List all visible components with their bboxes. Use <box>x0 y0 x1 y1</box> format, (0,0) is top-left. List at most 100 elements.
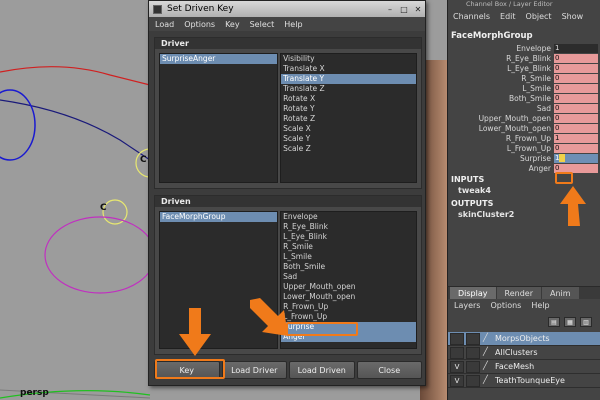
attribute-value-field[interactable]: 0 <box>554 143 598 153</box>
menu-show[interactable]: Show <box>562 12 584 21</box>
layer-options-icon[interactable]: ▥ <box>580 317 592 327</box>
list-item[interactable]: Envelope <box>281 212 416 222</box>
list-item[interactable]: Sad <box>281 272 416 282</box>
attribute-value-field[interactable]: 0 <box>554 53 598 63</box>
list-item[interactable]: Scale Z <box>281 144 416 154</box>
set-driven-key-window[interactable]: Set Driven Key – □ ✕ Load Options Key Se… <box>148 0 426 386</box>
menu-channels[interactable]: Channels <box>453 12 490 21</box>
attribute-row[interactable]: Envelope 1 <box>448 43 600 53</box>
attribute-value-field[interactable]: 0 <box>554 83 598 93</box>
close-button[interactable]: Close <box>356 361 422 379</box>
layer-row[interactable]: V ╱ FaceMesh <box>448 360 600 374</box>
list-item[interactable]: L_Frown_Up <box>281 312 416 322</box>
list-item[interactable]: Lower_Mouth_open <box>281 292 416 302</box>
load-driven-button[interactable]: Load Driven <box>289 361 355 379</box>
list-item[interactable]: Translate Y <box>281 74 416 84</box>
layer-display-type-toggle[interactable] <box>466 360 480 373</box>
attribute-value-field[interactable]: 0 <box>554 113 598 123</box>
driven-attribute-list[interactable]: Envelope R_Eye_Blink L_Eye_Blink R_Smile L_S… <box>280 211 417 349</box>
attribute-row[interactable]: Anger 0 <box>448 163 600 173</box>
driven-object-list[interactable]: FaceMorphGroup <box>159 211 279 349</box>
list-item[interactable]: Surprise <box>281 322 416 332</box>
attribute-value-field[interactable]: 0 <box>554 163 598 173</box>
driver-object-list[interactable]: SurpriseAnger <box>159 53 279 183</box>
attribute-row[interactable]: Lower_Mouth_open 0 <box>448 123 600 133</box>
attribute-value-field[interactable]: 0 <box>554 63 598 73</box>
menu-edit[interactable]: Edit <box>500 12 516 21</box>
output-node[interactable]: skinCluster2 <box>448 210 600 221</box>
attribute-row[interactable]: R_Smile 0 <box>448 73 600 83</box>
layer-display-type-toggle[interactable] <box>466 346 480 359</box>
list-item[interactable]: Visibility <box>281 54 416 64</box>
load-driver-button[interactable]: Load Driver <box>221 361 287 379</box>
layer-visibility-toggle[interactable] <box>450 346 464 359</box>
list-item[interactable]: FaceMorphGroup <box>160 212 278 222</box>
layer-display-type-toggle[interactable] <box>466 374 480 387</box>
attribute-row[interactable]: R_Frown_Up 1 <box>448 133 600 143</box>
close-icon[interactable]: ✕ <box>411 3 425 15</box>
list-item[interactable]: Rotate X <box>281 94 416 104</box>
list-item[interactable]: L_Smile <box>281 252 416 262</box>
layer-display-type-toggle[interactable] <box>466 332 480 345</box>
layer-row[interactable]: ╱ AllClusters <box>448 346 600 360</box>
list-item[interactable]: Scale Y <box>281 134 416 144</box>
attribute-value-field[interactable]: 0 <box>554 73 598 83</box>
list-item[interactable]: Rotate Z <box>281 114 416 124</box>
tab-display[interactable]: Display <box>450 287 496 299</box>
list-item[interactable]: Translate Z <box>281 84 416 94</box>
layer-color-icon[interactable]: ╱ <box>483 333 493 345</box>
window-titlebar[interactable]: Set Driven Key – □ ✕ <box>149 1 425 17</box>
attribute-row[interactable]: L_Eye_Blink 0 <box>448 63 600 73</box>
menu-select[interactable]: Select <box>250 20 275 29</box>
layer-row[interactable]: V ╱ TeathTounqueEye <box>448 374 600 388</box>
attribute-row[interactable]: Surprise 1 <box>448 153 600 163</box>
attribute-row[interactable]: R_Eye_Blink 0 <box>448 53 600 63</box>
list-item[interactable]: Both_Smile <box>281 262 416 272</box>
attribute-row[interactable]: L_Frown_Up 0 <box>448 143 600 153</box>
list-item[interactable]: L_Eye_Blink <box>281 232 416 242</box>
attribute-value-field[interactable]: 1 <box>554 153 598 163</box>
attribute-value-field[interactable]: 1 <box>554 133 598 143</box>
driver-attribute-list[interactable]: Visibility Translate X Translate Y Translat… <box>280 53 417 183</box>
layer-row[interactable]: ╱ MorpsObjects <box>448 332 600 346</box>
menu-object[interactable]: Object <box>526 12 552 21</box>
list-item[interactable]: Rotate Y <box>281 104 416 114</box>
layer-color-icon[interactable]: ╱ <box>483 361 493 373</box>
attribute-value-field[interactable]: 0 <box>554 103 598 113</box>
list-item[interactable]: R_Eye_Blink <box>281 222 416 232</box>
list-item[interactable]: SurpriseAnger <box>160 54 278 64</box>
list-item[interactable]: Scale X <box>281 124 416 134</box>
new-layer-icon[interactable]: ▤ <box>548 317 560 327</box>
tab-render[interactable]: Render <box>496 287 541 299</box>
attribute-row[interactable]: Both_Smile 0 <box>448 93 600 103</box>
list-item[interactable]: Upper_Mouth_open <box>281 282 416 292</box>
list-item[interactable]: Translate X <box>281 64 416 74</box>
attribute-value-field[interactable]: 0 <box>554 93 598 103</box>
list-item[interactable]: R_Smile <box>281 242 416 252</box>
attribute-row[interactable]: Sad 0 <box>448 103 600 113</box>
key-button[interactable]: Key <box>154 361 220 379</box>
list-item[interactable]: R_Frown_Up <box>281 302 416 312</box>
attribute-row[interactable]: L_Smile 0 <box>448 83 600 93</box>
attribute-value-field[interactable]: 1 <box>554 43 598 53</box>
layer-color-icon[interactable]: ╱ <box>483 347 493 359</box>
layer-visibility-toggle[interactable]: V <box>450 360 464 373</box>
attribute-value-field[interactable]: 0 <box>554 123 598 133</box>
minimize-icon[interactable]: – <box>383 3 397 15</box>
menu-layers[interactable]: Layers <box>454 301 480 310</box>
layer-color-icon[interactable]: ╱ <box>483 375 493 387</box>
menu-help[interactable]: Help <box>531 301 549 310</box>
layer-visibility-toggle[interactable] <box>450 332 464 345</box>
attribute-row[interactable]: Upper_Mouth_open 0 <box>448 113 600 123</box>
menu-load[interactable]: Load <box>155 20 174 29</box>
list-item[interactable]: Anger <box>281 332 416 342</box>
tab-anim[interactable]: Anim <box>541 287 579 299</box>
new-layer-selected-icon[interactable]: ▦ <box>564 317 576 327</box>
maximize-icon[interactable]: □ <box>397 3 411 15</box>
menu-help[interactable]: Help <box>284 20 302 29</box>
menu-options[interactable]: Options <box>490 301 521 310</box>
input-node[interactable]: tweak4 <box>448 186 600 197</box>
menu-key[interactable]: Key <box>225 20 240 29</box>
layer-visibility-toggle[interactable]: V <box>450 374 464 387</box>
menu-options[interactable]: Options <box>184 20 215 29</box>
